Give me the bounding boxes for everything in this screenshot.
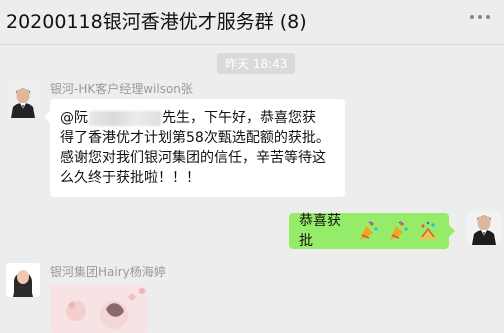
redacted-name [89,110,161,126]
message-text: 恭喜获批 [299,213,341,249]
message-text: 么久终于获批啦！！！ [60,170,200,186]
sender-name: 银河集团Hairy杨海婷 [50,265,166,279]
message-text: 得了香港优才计划第58次甄选配额的获批。 [60,130,330,146]
message-text: 感谢您对我们银河集团的信任，辛苦等待这 [60,150,326,166]
party-popper-icon [387,220,409,242]
avatar[interactable] [6,263,40,297]
message-bubble[interactable]: @阮 先生，下午好，恭喜您获 得了香港优才计划第58次甄选配额的获批。 感谢您对我… [44,99,345,197]
chat-header: 20200118银河香港优才服务群 (8) [0,0,504,45]
image-message[interactable] [50,285,148,333]
more-icon[interactable] [470,15,490,19]
message-bubble[interactable]: 恭喜获批 [289,213,455,249]
message-text: 先生，下午好，恭喜您获 [162,110,316,126]
mention-text: @阮 [60,110,88,126]
chat-title: 20200118银河香港优才服务群 (8) [6,11,307,33]
avatar[interactable] [6,84,40,118]
avatar[interactable] [467,211,501,245]
message-timestamp: 昨天 18:43 [217,53,296,74]
sender-name: 银河-HK客户经理wilson张 [50,82,193,96]
celebration-icon [417,220,439,242]
party-popper-icon [357,220,379,242]
